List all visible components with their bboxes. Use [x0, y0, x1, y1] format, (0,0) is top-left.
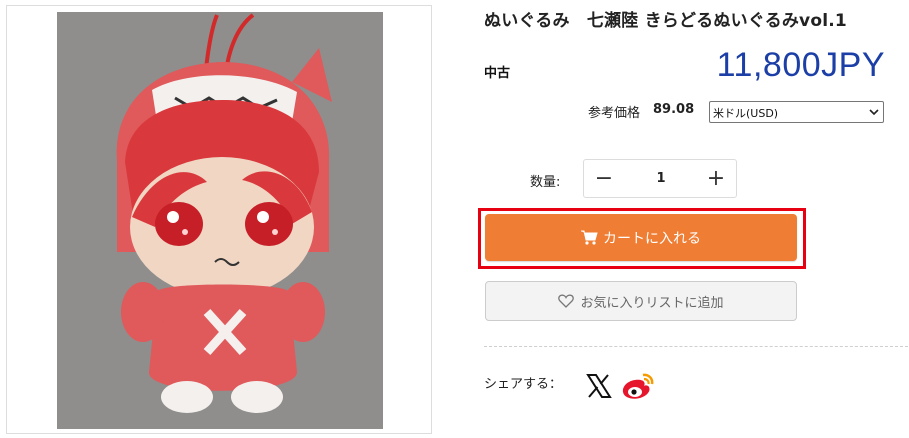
currency-selected-value: 米ドル(USD) — [713, 107, 779, 120]
share-label: シェアする： — [484, 377, 563, 392]
plush-doll-illustration — [57, 12, 383, 429]
product-image-frame — [6, 5, 432, 434]
add-to-wishlist-label: お気に入りリストに追加 — [580, 295, 724, 311]
chevron-down-icon — [869, 109, 879, 116]
section-divider — [484, 346, 908, 347]
add-to-wishlist-button[interactable]: お気に入りリストに追加 — [485, 281, 797, 321]
quantity-input[interactable]: 1 — [624, 160, 698, 197]
product-title: ぬいぐるみ 七瀬陸 きらどるぬいぐるみvol.1 — [484, 11, 847, 31]
weibo-icon[interactable] — [621, 371, 655, 401]
quantity-minus-button[interactable]: − — [584, 160, 624, 197]
product-photo[interactable] — [57, 12, 383, 429]
quantity-stepper: − 1 + — [583, 159, 737, 198]
shopping-cart-icon — [581, 230, 598, 245]
x-icon[interactable] — [586, 373, 612, 399]
add-to-cart-button[interactable]: カートに入れる — [485, 214, 797, 261]
reference-price-label: 参考価格 — [588, 106, 641, 121]
quantity-label: 数量: — [530, 175, 561, 190]
condition-label: 中古 — [484, 66, 511, 81]
currency-select[interactable]: 米ドル(USD) — [709, 101, 884, 123]
add-to-cart-label: カートに入れる — [603, 230, 701, 247]
product-price: 11,800JPY — [716, 46, 885, 84]
heart-outline-icon — [558, 294, 575, 308]
quantity-plus-button[interactable]: + — [696, 160, 736, 197]
reference-price-value: 89.08 — [653, 102, 695, 117]
